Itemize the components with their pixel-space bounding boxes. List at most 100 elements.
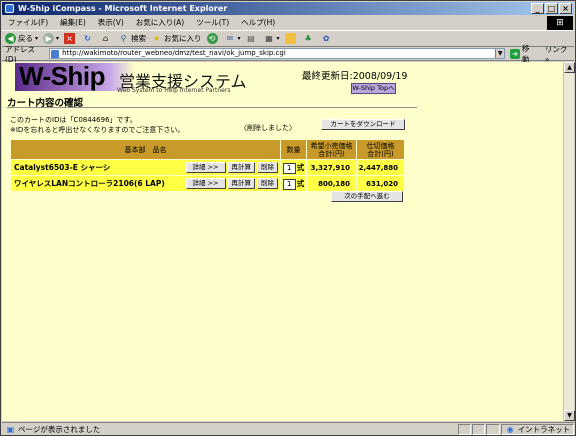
messenger-icon: ♣ <box>304 34 312 43</box>
recalc-button[interactable]: 再計算 <box>227 178 255 189</box>
close-button[interactable]: × <box>559 3 572 14</box>
cart-table: 基本部 品名 数量 希望小売価格 合計(円) 仕切価格 合計(円) Cataly… <box>10 139 405 192</box>
zone-label: イントラネット <box>517 424 571 434</box>
maximize-button[interactable]: □ <box>545 3 558 14</box>
go-arrow-icon: ➜ <box>510 48 521 59</box>
deleted-message: 〈削除しました〉 <box>240 124 296 132</box>
stop-icon: × <box>64 33 76 44</box>
favorites-button[interactable]: ★ お気に入り <box>151 33 202 44</box>
status-text: ページが表示されました <box>18 424 101 434</box>
history-button[interactable]: ⟲ <box>206 33 220 44</box>
back-label: 戻る <box>18 34 33 43</box>
menu-file[interactable]: ファイル(F) <box>2 17 54 28</box>
qty-unit: 式 <box>296 178 305 188</box>
menu-help[interactable]: ヘルプ(H) <box>235 17 281 28</box>
forward-arrow-icon: ▶ <box>43 33 55 44</box>
page-content: W-Ship 営業支援システム Web System to Help Inter… <box>2 62 563 421</box>
cart-id-notice: ※IDを忘れると呼出せなくなりますのでご注意下さい。 <box>10 126 185 134</box>
recalc-button[interactable]: 再計算 <box>227 162 255 173</box>
browser-window: W-Ship iCompass - Microsoft Internet Exp… <box>0 0 576 436</box>
scroll-down-icon[interactable]: ▼ <box>564 410 575 421</box>
status-cell <box>486 423 500 435</box>
folder-button[interactable] <box>284 33 298 44</box>
cost-price-cell: 2,447,880 <box>356 159 405 176</box>
title-bar[interactable]: W-Ship iCompass - Microsoft Internet Exp… <box>2 2 574 15</box>
qty-unit: 式 <box>296 162 305 172</box>
mail-icon: ✉ <box>226 34 234 43</box>
wship-logo: W-Ship 営業支援システム Web System to Help Inter… <box>15 62 247 95</box>
stop-button[interactable]: × <box>64 33 77 44</box>
minimize-button[interactable]: _ <box>531 3 544 14</box>
title-divider <box>7 107 417 108</box>
refresh-icon: ↻ <box>84 34 91 43</box>
menu-edit[interactable]: 編集(E) <box>54 17 92 28</box>
edit-button[interactable]: ▦ ▾ <box>264 33 280 44</box>
qty-input[interactable]: 1 <box>282 162 296 174</box>
edit-icon: ▦ <box>265 34 273 43</box>
chevron-down-icon: ▾ <box>35 35 39 42</box>
address-label: アドレス(D) <box>5 44 35 64</box>
download-cart-button[interactable]: カートをダウンロード <box>321 119 405 130</box>
cart-id-text: このカートのIDは「C0844696」です。 <box>10 116 137 124</box>
chevron-down-icon: ▾ <box>276 35 280 42</box>
detail-button[interactable]: 詳細 >> <box>185 162 226 173</box>
folder-icon <box>284 33 296 44</box>
logo-brand: W-Ship <box>19 62 106 91</box>
refresh-button[interactable]: ↻ <box>82 33 95 44</box>
ie-app-icon <box>5 4 14 13</box>
delete-button[interactable]: 削除 <box>257 178 278 189</box>
intranet-icon: ◉ <box>506 424 514 434</box>
table-row: ワイヤレスLANコントローラ2106(6 LAP) 詳細 >> 再計算 削除 1式 … <box>10 175 405 192</box>
search-button[interactable]: ⚲ 検索 <box>118 33 146 44</box>
product-name: ワイヤレスLANコントローラ2106(6 LAP) <box>14 179 165 188</box>
page-done-icon: ▣ <box>6 424 15 434</box>
col-header-list-price: 希望小売価格 合計(円) <box>306 139 357 160</box>
logo-subtitle: Web System to Help Internet Partners <box>117 87 231 94</box>
wship-top-link[interactable]: W-Ship Topへ <box>351 83 396 94</box>
forward-button[interactable]: ▶ ▾ <box>43 33 59 44</box>
favorites-label: お気に入り <box>164 34 202 43</box>
address-url: http://wakimoto/router_webneo/dmz/test_n… <box>62 49 286 57</box>
qty-cell: 1式 <box>280 175 307 192</box>
address-dropdown-icon[interactable]: ▼ <box>495 49 505 58</box>
col-header-name: 基本部 品名 <box>10 139 281 160</box>
history-icon: ⟲ <box>206 33 218 44</box>
research-icon: ✿ <box>322 34 330 43</box>
last-updated: 最終更新日:2008/09/19 <box>302 71 408 82</box>
address-input[interactable]: http://wakimoto/router_webneo/dmz/test_n… <box>49 48 506 59</box>
windows-logo-icon: ⊞ <box>547 16 573 30</box>
menu-view[interactable]: 表示(V) <box>92 17 130 28</box>
print-button[interactable]: ▤ <box>246 33 259 44</box>
security-zone: ◉ イントラネット <box>500 423 575 435</box>
back-button[interactable]: ◀ 戻る ▾ <box>5 33 38 44</box>
qty-input[interactable]: 1 <box>282 178 296 190</box>
search-label: 検索 <box>131 34 147 43</box>
scroll-up-icon[interactable]: ▲ <box>564 62 575 73</box>
menu-tools[interactable]: ツール(T) <box>190 17 235 28</box>
messenger-button[interactable]: ♣ <box>303 33 316 44</box>
page-icon <box>51 50 60 58</box>
star-icon: ★ <box>152 34 161 43</box>
detail-button[interactable]: 詳細 >> <box>185 178 226 189</box>
next-step-button[interactable]: 次の手配へ進む <box>331 191 403 202</box>
links-button[interactable]: リンク » <box>545 44 574 64</box>
print-icon: ▤ <box>247 34 255 43</box>
window-title: W-Ship iCompass - Microsoft Internet Exp… <box>18 4 228 13</box>
status-cell <box>457 423 472 435</box>
cost-price-cell: 631,020 <box>356 175 405 192</box>
vertical-scrollbar[interactable]: ▲ ▼ <box>563 62 575 421</box>
delete-button[interactable]: 削除 <box>257 162 278 173</box>
home-icon: ⌂ <box>102 34 109 43</box>
menu-favorites[interactable]: お気に入り(A) <box>130 17 190 28</box>
back-arrow-icon: ◀ <box>5 33 16 44</box>
status-cell <box>472 423 486 435</box>
address-bar: アドレス(D) http://wakimoto/router_webneo/dm… <box>2 44 574 64</box>
search-icon: ⚲ <box>120 34 127 43</box>
research-button[interactable]: ✿ <box>321 33 334 44</box>
product-name: Catalyst6503-E シャーシ <box>14 163 111 172</box>
home-button[interactable]: ⌂ <box>100 33 113 44</box>
mail-button[interactable]: ✉ ▾ <box>225 33 241 44</box>
list-price-cell: 3,327,910 <box>306 159 357 176</box>
table-header-row: 基本部 品名 数量 希望小売価格 合計(円) 仕切価格 合計(円) <box>10 139 405 160</box>
chevron-down-icon: ▾ <box>56 35 60 42</box>
